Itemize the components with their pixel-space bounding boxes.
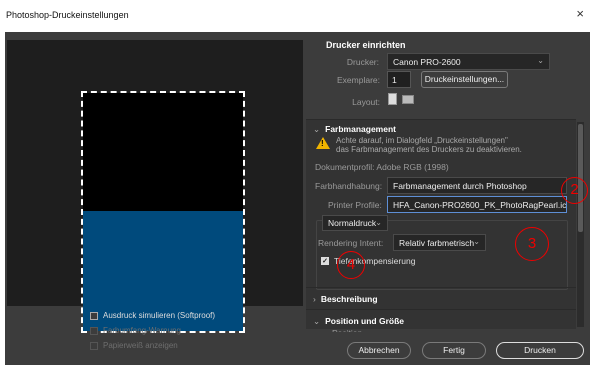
done-button[interactable]: Fertig	[422, 342, 486, 359]
color-management-heading: Farbmanagement	[325, 124, 396, 134]
annotation-4: 4	[337, 251, 365, 279]
chevron-down-icon: ⌄	[313, 124, 321, 134]
paper-white-checkbox	[90, 341, 98, 350]
cancel-button[interactable]: Abbrechen	[347, 342, 411, 359]
color-management-section-header[interactable]: ⌄ Farbmanagement	[313, 124, 396, 135]
description-section-header[interactable]: › Beschreibung	[313, 294, 378, 304]
rendering-intent-label: Rendering Intent:	[318, 238, 384, 248]
printer-profile-select[interactable]: HFA_Canon-PRO2600_PK_PhotoRagPearl.icc	[387, 196, 567, 213]
annotation-3: 3	[515, 227, 549, 261]
section-divider	[306, 309, 576, 310]
black-point-compensation-checkbox[interactable]: ✓	[321, 257, 329, 265]
rendering-intent-select[interactable]: Relativ farbmetrisch ⌄	[393, 234, 486, 251]
print-button[interactable]: Drucken	[496, 342, 584, 359]
gamut-warning-checkbox	[90, 326, 98, 335]
color-handling-value: Farbmanagement durch Photoshop	[393, 181, 527, 191]
softproof-option[interactable]: Ausdruck simulieren (Softproof)	[90, 311, 215, 320]
normal-print-value: Normaldruck	[328, 218, 377, 228]
position-size-section-header[interactable]: ⌄ Position und Größe	[313, 316, 404, 327]
print-settings-button[interactable]: Druckeinstellungen...	[421, 71, 508, 88]
copies-label: Exemplare:	[337, 75, 380, 85]
printer-profile-label: Printer Profile:	[328, 200, 382, 210]
title-bar: Photoshop-Druckeinstellungen ×	[0, 0, 590, 32]
warning-line-1: Achte darauf, im Dialogfeld „Druckeinste…	[336, 136, 508, 145]
printer-setup-heading: Drucker einrichten	[326, 40, 406, 50]
description-heading: Beschreibung	[320, 294, 378, 304]
close-icon[interactable]: ×	[576, 7, 584, 20]
gamut-warning-label: Farbumfang-Warnung	[103, 326, 181, 335]
paper-white-label: Papierweiß anzeigen	[103, 341, 178, 350]
section-divider	[306, 287, 576, 288]
preview-black-area	[83, 93, 243, 211]
preview-paper	[81, 91, 245, 333]
color-handling-select[interactable]: Farbmanagement durch Photoshop	[387, 177, 567, 194]
document-profile: Dokumentprofil: Adobe RGB (1998)	[315, 162, 449, 172]
softproof-checkbox[interactable]	[90, 311, 98, 320]
portrait-layout-icon[interactable]	[388, 93, 397, 105]
warning-line-2: das Farbmanagement des Druckers zu deakt…	[336, 145, 522, 154]
printer-label: Drucker:	[346, 57, 379, 67]
chevron-down-icon: ⌄	[537, 56, 544, 65]
black-point-compensation-option[interactable]: ✓ Tiefenkompensierung	[321, 256, 415, 266]
warning-text: Achte darauf, im Dialogfeld „Druckeinste…	[336, 136, 566, 154]
position-label: Position	[332, 328, 362, 332]
softproof-label: Ausdruck simulieren (Softproof)	[103, 311, 216, 320]
printer-select[interactable]: Canon PRO-2600 ⌄	[387, 53, 550, 70]
print-preview	[7, 40, 303, 333]
warning-mark: !	[321, 139, 324, 148]
color-management-panel: ⌄ Farbmanagement ! Achte darauf, im Dialo…	[306, 119, 576, 332]
chevron-down-icon: ⌄	[313, 316, 321, 326]
color-handling-label: Farbhandhabung:	[315, 181, 383, 191]
panel-scrollbar[interactable]	[577, 122, 584, 327]
printer-profile-value: HFA_Canon-PRO2600_PK_PhotoRagPearl.icc	[393, 200, 567, 210]
copies-input[interactable]: 1	[387, 71, 411, 88]
rendering-intent-value: Relativ farbmetrisch	[399, 238, 475, 248]
printer-value: Canon PRO-2600	[393, 57, 461, 67]
annotation-2: 2	[561, 177, 588, 204]
gamut-warning-option: Farbumfang-Warnung	[90, 326, 181, 335]
chevron-down-icon: ⌄	[375, 218, 382, 227]
position-size-heading: Position und Größe	[325, 316, 404, 326]
paper-white-option: Papierweiß anzeigen	[90, 341, 178, 350]
landscape-layout-icon[interactable]	[402, 95, 414, 104]
window-title: Photoshop-Druckeinstellungen	[6, 10, 129, 20]
layout-label: Layout:	[352, 97, 380, 107]
chevron-right-icon: ›	[313, 294, 316, 304]
chevron-down-icon: ⌄	[473, 237, 480, 246]
normal-print-select[interactable]: Normaldruck ⌄	[322, 215, 388, 231]
